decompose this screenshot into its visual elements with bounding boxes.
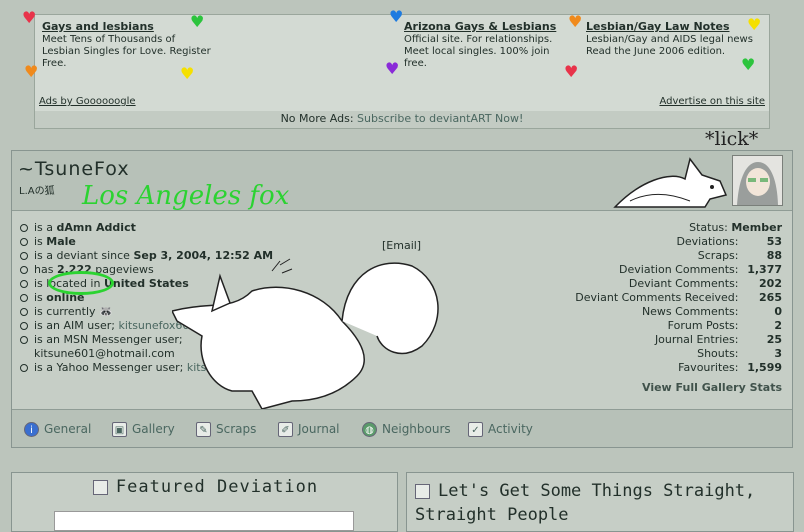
tab-journal[interactable]: ✐ Journal — [278, 422, 340, 437]
ad-3[interactable]: Lesbian/Gay Law Notes Lesbian/Gay and AI… — [586, 21, 761, 58]
stats-panel: Status: Member Deviations: 53 Scraps: 88… — [575, 221, 782, 395]
gallery-icon: ▣ — [112, 422, 127, 437]
info-item: is Male — [20, 235, 280, 249]
tab-scraps[interactable]: ✎ Scraps — [196, 422, 256, 437]
globe-icon: ◍ — [362, 422, 377, 437]
heart-icon: ♥ — [24, 62, 39, 81]
journal-title[interactable]: Let's Get Some Things Straight, Straight… — [415, 479, 793, 527]
tab-neighbours[interactable]: ◍ Neighbours — [362, 422, 451, 437]
stat-row: Scraps: 88 — [697, 249, 782, 262]
heart-icon: ♥ — [180, 64, 195, 83]
view-gallery-stats-link[interactable]: View Full Gallery Stats — [575, 381, 782, 395]
stat-row: Favourites: 1,599 — [678, 361, 782, 374]
featured-deviation-box: Featured Deviation — [11, 472, 398, 532]
ad-2-title[interactable]: Arizona Gays & Lesbians — [404, 21, 574, 33]
no-ads-label: No More Ads: — [280, 112, 354, 125]
stat-row: Status: Member — [689, 221, 782, 234]
avatar[interactable] — [732, 155, 783, 206]
fox-body-drawing — [172, 258, 439, 410]
profile-box: ~TsuneFox L.Aの狐 Los Angeles fox is a dAm… — [11, 150, 793, 448]
stat-row: Deviations: 53 — [676, 235, 782, 248]
stat-row: Deviant Comments Received: 265 — [575, 291, 782, 304]
info-icon: i — [24, 422, 39, 437]
journal-icon: ✐ — [278, 422, 293, 437]
lick-scribble: *lick* — [705, 128, 759, 150]
ad-banner: Gays and lesbians Meet Tens of Thousands… — [34, 14, 770, 129]
heart-icon: ♥ — [190, 12, 205, 31]
scraps-icon: ✎ — [196, 422, 211, 437]
heart-icon: ♥ — [564, 62, 579, 81]
ad-2[interactable]: Arizona Gays & Lesbians Official site. F… — [404, 21, 574, 70]
heart-icon: ♥ — [568, 12, 583, 31]
featured-title: Featured Deviation — [12, 477, 399, 497]
stat-row: Shouts: 3 — [697, 347, 782, 360]
ad-1[interactable]: Gays and lesbians Meet Tens of Thousands… — [42, 21, 212, 70]
heart-icon: ♥ — [385, 59, 400, 78]
subscribe-link[interactable]: Subscribe to deviantART Now! — [357, 112, 523, 125]
tab-general[interactable]: i General — [24, 422, 91, 437]
ad-3-text: Lesbian/Gay and AIDS legal news Read the… — [586, 34, 753, 57]
green-circle-scribble — [48, 271, 114, 295]
heart-icon: ♥ — [389, 7, 404, 26]
stat-row: Deviation Comments: 1,377 — [619, 263, 782, 276]
ad-2-text: Official site. For relationships. Meet l… — [404, 34, 553, 69]
tab-gallery[interactable]: ▣ Gallery — [112, 422, 175, 437]
avatar-image — [733, 156, 782, 205]
journal-icon — [415, 483, 430, 499]
gallery-icon — [92, 479, 108, 495]
tagline: L.Aの狐 — [19, 186, 55, 197]
stat-row: Journal Entries: 25 — [654, 333, 782, 346]
profile-header: ~TsuneFox L.Aの狐 Los Angeles fox — [12, 151, 792, 211]
ad-1-title[interactable]: Gays and lesbians — [42, 21, 212, 33]
fox-head-drawing — [613, 157, 728, 208]
stat-row: Deviant Comments: 202 — [628, 277, 782, 290]
mood-icon: 🦝 — [99, 305, 113, 318]
advertise-link[interactable]: Advertise on this site — [659, 96, 765, 107]
heart-icon: ♥ — [741, 55, 756, 74]
no-more-ads: No More Ads: Subscribe to deviantART Now… — [35, 112, 769, 125]
tab-activity[interactable]: ✓ Activity — [468, 422, 533, 437]
profile-nav: i General ▣ Gallery ✎ Scraps ✐ Journal ◍ Neig… — [12, 409, 792, 447]
green-scribble-text: Los Angeles fox — [82, 181, 290, 211]
ad-area: Gays and lesbians Meet Tens of Thousands… — [35, 15, 769, 111]
activity-icon: ✓ — [468, 422, 483, 437]
stat-row: Forum Posts: 2 — [667, 319, 782, 332]
featured-thumbnail[interactable] — [54, 511, 354, 531]
stat-row: News Comments: 0 — [641, 305, 782, 318]
journal-box: Let's Get Some Things Straight, Straight… — [406, 472, 794, 532]
info-item: is a dAmn Addict — [20, 221, 280, 235]
ads-by-google-link[interactable]: Ads by Goooooogle — [39, 96, 136, 107]
username: ~TsuneFox — [18, 158, 130, 180]
heart-icon: ♥ — [22, 8, 37, 27]
heart-icon: ♥ — [747, 15, 762, 34]
ad-3-title[interactable]: Lesbian/Gay Law Notes — [586, 21, 761, 33]
